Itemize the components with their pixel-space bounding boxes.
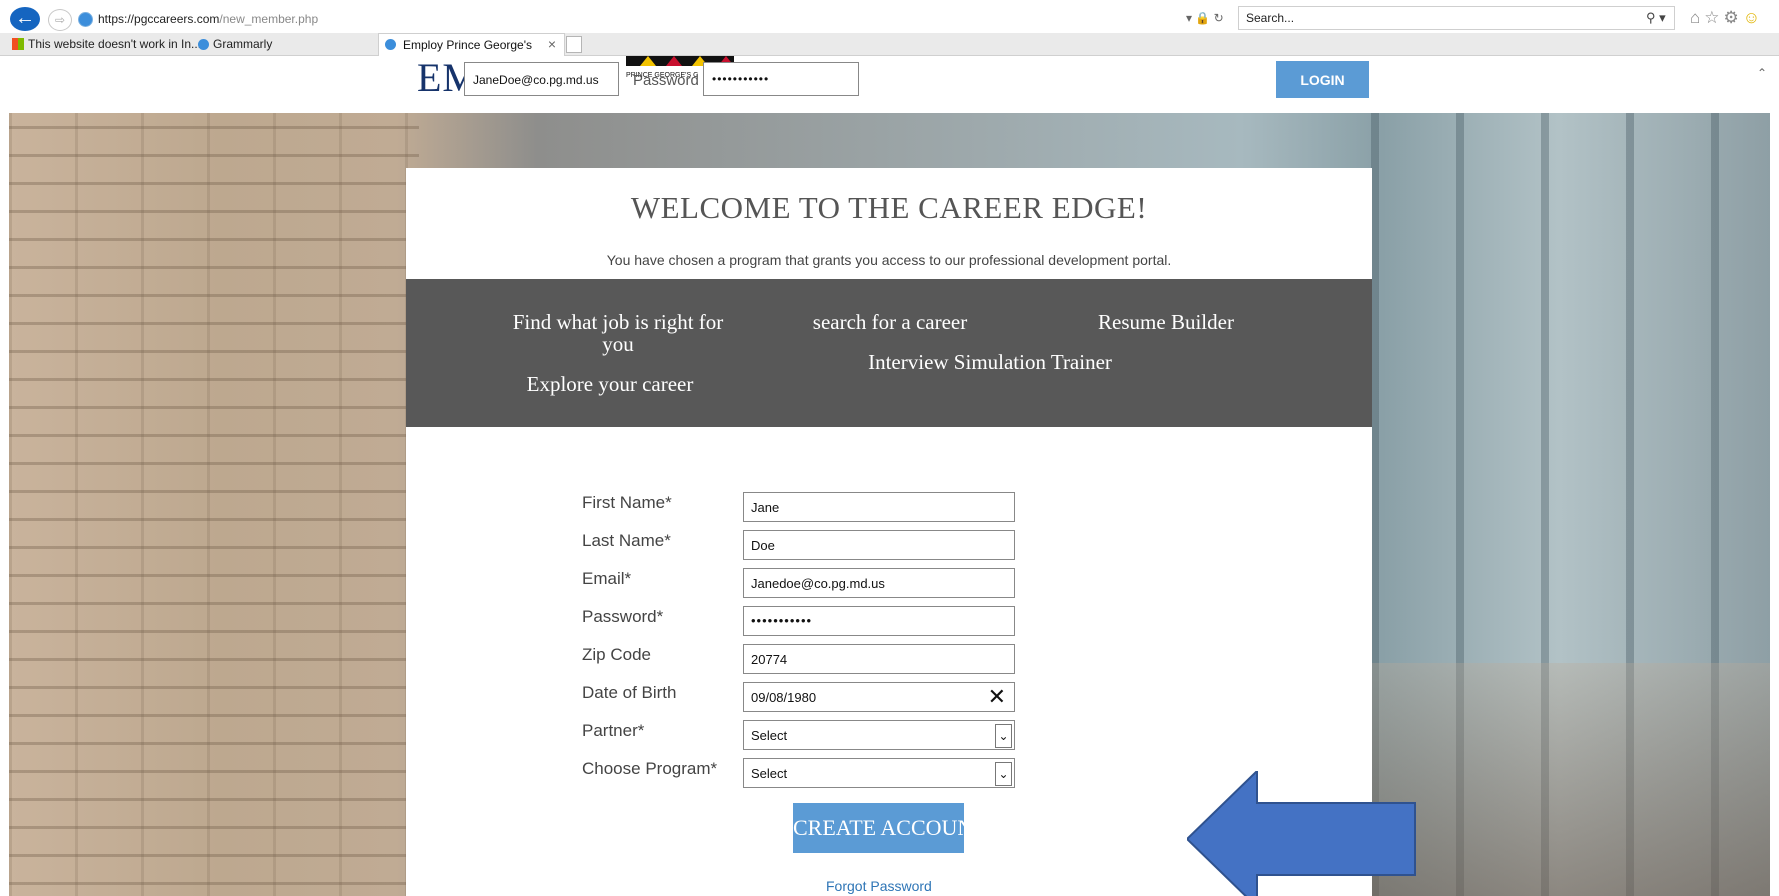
browser-tab[interactable]: Employ Prince George's × bbox=[378, 33, 565, 56]
star-icon[interactable]: ☆ bbox=[1704, 8, 1723, 27]
office-floor bbox=[1371, 663, 1770, 896]
url-field[interactable]: https://pgccareers.com/new_member.php bbox=[98, 12, 318, 26]
features-banner: Find what job is right for you search fo… bbox=[406, 279, 1372, 427]
url-host: https://pgccareers.com bbox=[98, 12, 220, 26]
gear-icon[interactable]: ⚙ bbox=[1724, 8, 1743, 27]
first-name-input[interactable]: Jane bbox=[743, 492, 1015, 522]
last-name-label: Last Name* bbox=[582, 531, 671, 550]
new-tab-button[interactable] bbox=[566, 36, 582, 53]
browser-search-input[interactable]: Search... bbox=[1238, 6, 1675, 30]
email-label: Email* bbox=[582, 569, 632, 588]
password-label: Password* bbox=[582, 607, 664, 626]
page-title: WELCOME TO THE CAREER EDGE! bbox=[630, 190, 1148, 225]
clear-icon[interactable]: ✕ bbox=[988, 684, 1006, 710]
windows-icon bbox=[12, 38, 24, 50]
page-viewport: EMPLOY PRINCE GEORGE'S C JaneDoe@co.pg.m… bbox=[9, 56, 1770, 896]
browser-toolbar-icons: ⌂☆⚙☺ bbox=[1690, 8, 1764, 28]
lock-refresh-icons[interactable]: ▾ 🔒 ↻ bbox=[1186, 11, 1224, 25]
partner-selected: Select bbox=[751, 728, 788, 743]
forgot-password-link[interactable]: Forgot Password bbox=[826, 878, 932, 894]
create-account-button[interactable]: CREATE ACCOUNT bbox=[793, 803, 964, 853]
password-input[interactable]: ••••••••••• bbox=[743, 606, 1015, 636]
favorite-label: This website doesn't work in In... bbox=[28, 37, 202, 51]
dob-value: 09/08/1980 bbox=[751, 690, 817, 705]
chevron-down-icon[interactable]: ⌄ bbox=[995, 724, 1012, 748]
zip-code-label: Zip Code bbox=[582, 645, 651, 664]
dob-input[interactable]: 09/08/1980 ✕ bbox=[743, 682, 1015, 712]
back-arrow-icon[interactable]: ← bbox=[10, 7, 40, 31]
ie-icon bbox=[385, 39, 396, 50]
login-email-input[interactable]: JaneDoe@co.pg.md.us bbox=[464, 62, 619, 96]
home-icon[interactable]: ⌂ bbox=[1690, 8, 1704, 27]
login-button[interactable]: LOGIN bbox=[1276, 61, 1369, 98]
feature-search-career[interactable]: search for a career bbox=[800, 311, 980, 333]
site-header: EMPLOY PRINCE GEORGE'S C JaneDoe@co.pg.m… bbox=[9, 56, 1770, 113]
search-icon[interactable]: ⚲ ▾ bbox=[1646, 10, 1666, 26]
close-icon[interactable]: × bbox=[548, 36, 556, 52]
program-label: Choose Program* bbox=[582, 759, 718, 778]
feature-resume-builder[interactable]: Resume Builder bbox=[1066, 311, 1266, 333]
partner-label: Partner* bbox=[582, 721, 645, 740]
login-password-input[interactable]: ••••••••••• bbox=[703, 62, 859, 96]
scroll-up-icon[interactable]: ⌃ bbox=[1757, 66, 1767, 80]
ie-icon bbox=[198, 39, 209, 50]
url-path: /new_member.php bbox=[219, 12, 319, 26]
tab-title: Employ Prince George's bbox=[403, 38, 533, 52]
feature-find-job[interactable]: Find what job is right for you bbox=[512, 311, 724, 355]
site-icon bbox=[78, 12, 93, 27]
login-password-label: Password bbox=[633, 72, 699, 89]
program-select[interactable]: Select ⌄ bbox=[743, 758, 1015, 788]
partner-select[interactable]: Select ⌄ bbox=[743, 720, 1015, 750]
feature-explore-career[interactable]: Explore your career bbox=[510, 373, 710, 395]
favorite-item-grammarly[interactable]: Grammarly bbox=[198, 37, 272, 51]
favorite-item-website[interactable]: This website doesn't work in In... bbox=[12, 37, 201, 51]
browser-address-bar: ← ⇨ https://pgccareers.com/new_member.ph… bbox=[0, 0, 1779, 34]
feature-interview-trainer[interactable]: Interview Simulation Trainer bbox=[860, 351, 1120, 373]
chevron-down-icon[interactable]: ⌄ bbox=[995, 762, 1012, 786]
smiley-icon[interactable]: ☺ bbox=[1743, 8, 1764, 27]
left-arrow-annotation bbox=[1187, 771, 1416, 896]
last-name-input[interactable]: Doe bbox=[743, 530, 1015, 560]
forward-arrow-icon[interactable]: ⇨ bbox=[48, 9, 72, 31]
intro-text: You have chosen a program that grants yo… bbox=[606, 252, 1172, 268]
brick-wall bbox=[9, 113, 419, 896]
zip-code-input[interactable]: 20774 bbox=[743, 644, 1015, 674]
favorite-label: Grammarly bbox=[213, 37, 273, 51]
favorites-tab-bar: This website doesn't work in In... Gramm… bbox=[0, 33, 1779, 56]
first-name-label: First Name* bbox=[582, 493, 672, 512]
program-selected: Select bbox=[751, 766, 788, 781]
dob-label: Date of Birth bbox=[582, 683, 677, 702]
search-placeholder: Search... bbox=[1246, 11, 1295, 25]
email-input[interactable]: Janedoe@co.pg.md.us bbox=[743, 568, 1015, 598]
